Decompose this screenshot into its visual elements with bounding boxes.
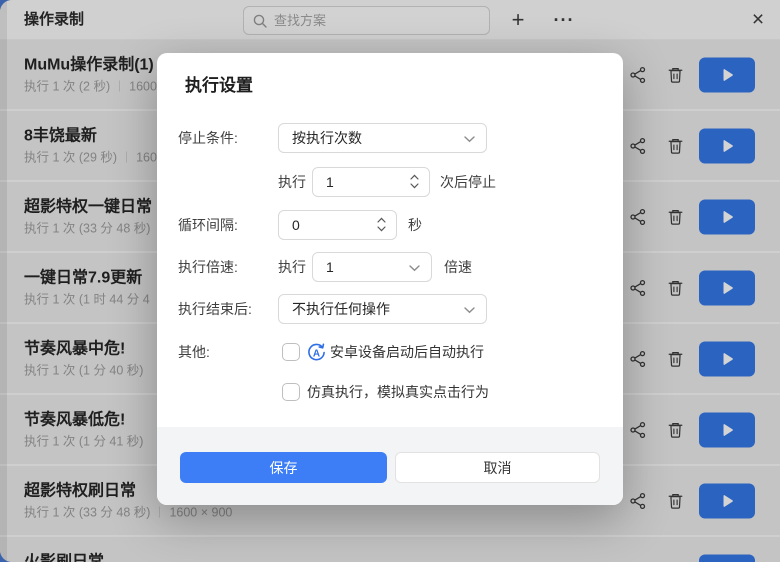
stepper-up-icon[interactable] <box>410 174 419 180</box>
autostart-option-label: 安卓设备启动后自动执行 <box>330 344 484 360</box>
cancel-button[interactable]: 取消 <box>395 452 600 483</box>
times-prefix: 执行 <box>278 174 306 190</box>
times-input[interactable]: 1 <box>312 167 430 197</box>
execution-settings-dialog: 执行设置 停止条件: 按执行次数 执行 1 次后停止 循环间隔: 0 秒 执行倍… <box>157 53 623 505</box>
app-window: 操作录制 + ··· × MuMu操作录制(1) 执行 1 次 (2 秒)160… <box>0 0 780 562</box>
save-button[interactable]: 保存 <box>180 452 387 483</box>
interval-label: 循环间隔: <box>178 217 238 233</box>
autostart-app-icon: A <box>307 343 326 362</box>
svg-text:A: A <box>313 348 320 359</box>
simulate-checkbox[interactable] <box>282 383 300 401</box>
stepper-up-icon[interactable] <box>377 217 386 223</box>
stepper-down-icon[interactable] <box>377 226 386 232</box>
speed-label: 执行倍速: <box>178 259 238 275</box>
chevron-down-icon <box>464 307 475 314</box>
simulate-option-label: 仿真执行，模拟真实点击行为 <box>307 384 489 400</box>
times-suffix: 次后停止 <box>440 174 496 190</box>
stop-condition-label: 停止条件: <box>178 130 238 146</box>
stepper-down-icon[interactable] <box>410 183 419 189</box>
autostart-checkbox[interactable] <box>282 343 300 361</box>
interval-input[interactable]: 0 <box>278 210 397 240</box>
chevron-down-icon <box>409 265 420 272</box>
chevron-down-icon <box>464 136 475 143</box>
others-label: 其他: <box>178 344 210 360</box>
interval-suffix: 秒 <box>408 217 422 233</box>
speed-select[interactable]: 1 <box>312 252 432 282</box>
dialog-footer: 保存 取消 <box>157 427 623 505</box>
after-execution-select[interactable]: 不执行任何操作 <box>278 294 487 324</box>
speed-prefix: 执行 <box>278 259 306 275</box>
stop-condition-select[interactable]: 按执行次数 <box>278 123 487 153</box>
after-label: 执行结束后: <box>178 301 252 317</box>
dialog-title: 执行设置 <box>185 76 253 95</box>
speed-suffix: 倍速 <box>444 259 472 275</box>
